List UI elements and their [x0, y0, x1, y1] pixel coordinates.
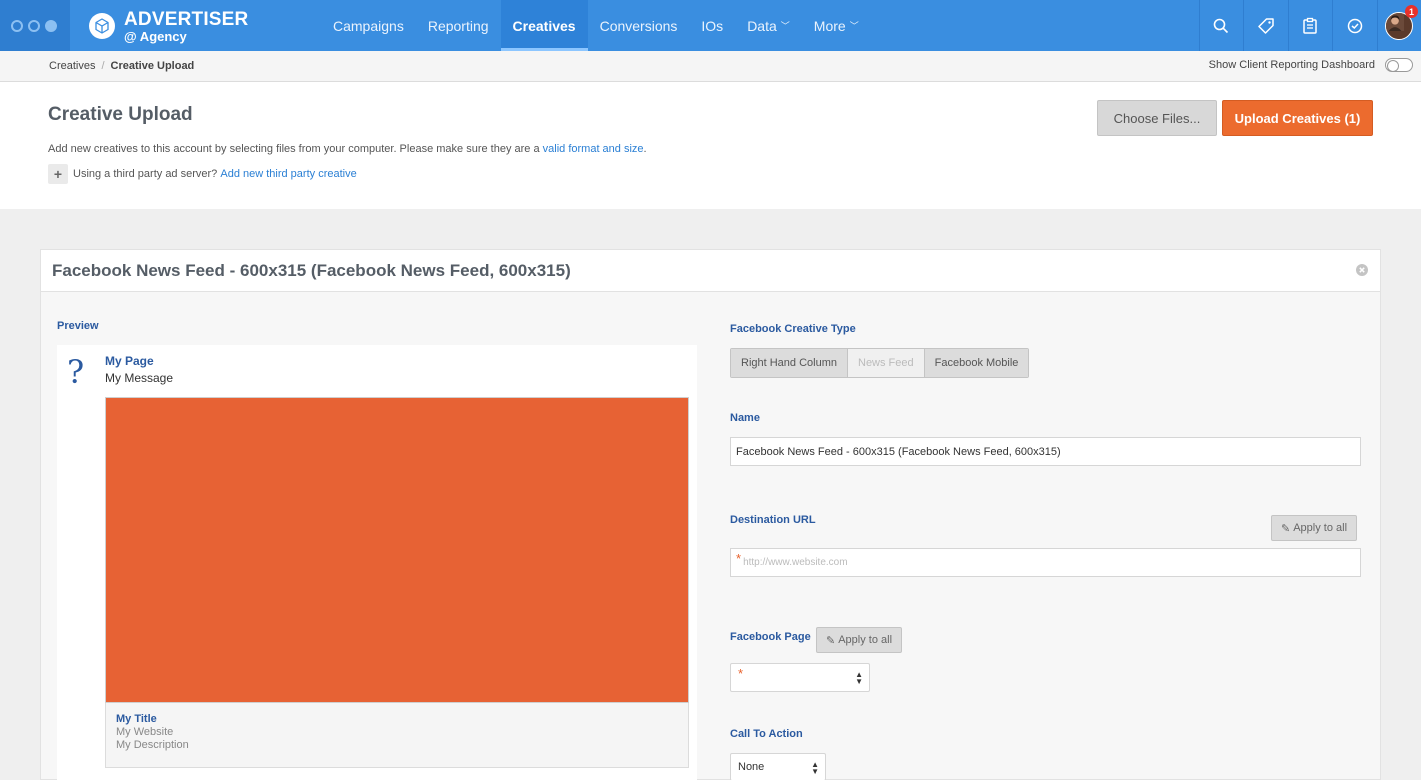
type-option-facebook-mobile[interactable]: Facebook Mobile	[924, 349, 1029, 377]
cube-logo-icon	[89, 13, 115, 39]
select-arrows-icon: ▲ ▼	[855, 670, 863, 686]
choose-files-button[interactable]: Choose Files...	[1097, 100, 1217, 136]
tasks-button[interactable]	[1287, 0, 1333, 51]
client-reporting-label: Show Client Reporting Dashboard	[1208, 59, 1375, 71]
breadcrumb-separator: /	[101, 60, 105, 72]
call-to-action-select[interactable]: None ▲ ▼	[730, 753, 826, 780]
destination-url-input[interactable]: * http://www.website.com	[730, 548, 1361, 577]
preview-website: My Website	[116, 726, 174, 738]
tag-icon	[1258, 17, 1274, 34]
pencil-icon: ✎	[1281, 522, 1291, 535]
nav-label: Reporting	[427, 17, 489, 34]
description-text: Add new creatives to this account by sel…	[48, 143, 543, 155]
question-mark-icon: ?	[67, 353, 85, 391]
facebook-page-select[interactable]: * ▲ ▼	[730, 663, 870, 692]
creative-form: Facebook Creative Type Right Hand Column…	[730, 292, 1370, 780]
chevron-down-icon: ﹀	[849, 21, 859, 31]
search-button[interactable]	[1198, 0, 1244, 51]
tags-button[interactable]	[1243, 0, 1288, 51]
preview-page-name: My Page	[105, 354, 154, 368]
valid-format-link[interactable]: valid format and size	[543, 143, 644, 155]
notification-badge: 1	[1405, 5, 1418, 18]
facebook-page-label: Facebook Page	[730, 631, 811, 643]
apply-to-all-page-button[interactable]: ✎ Apply to all	[816, 627, 903, 653]
apply-label: Apply to all	[1293, 522, 1348, 534]
preview-image	[105, 397, 689, 703]
activity-button[interactable]	[1332, 0, 1377, 51]
search-icon	[1213, 18, 1229, 33]
type-option-right-hand-column[interactable]: Right Hand Column	[731, 349, 848, 377]
nav-creatives[interactable]: Creatives	[500, 0, 588, 51]
apply-label: Apply to all	[838, 634, 893, 646]
nav-label: IOs	[701, 17, 724, 34]
destination-url-label: Destination URL	[730, 514, 816, 526]
nav-label: Creatives	[512, 17, 576, 34]
breadcrumb: Creatives / Creative Upload	[49, 60, 194, 72]
clock-check-icon	[1347, 18, 1362, 33]
nav-more-dropdown[interactable]: More ﹀	[802, 0, 871, 51]
apply-to-all-destination-button[interactable]: ✎ Apply to all	[1271, 515, 1358, 541]
clipboard-icon	[1303, 17, 1317, 34]
nav-data-dropdown[interactable]: Data ﹀	[735, 0, 802, 51]
pencil-icon: ✎	[826, 634, 836, 647]
creative-card: Facebook News Feed - 600x315 (Facebook N…	[40, 249, 1381, 780]
preview-description: My Description	[116, 739, 189, 751]
nav-label: Conversions	[599, 17, 678, 34]
select-arrows-icon: ▲ ▼	[811, 760, 819, 776]
close-icon[interactable]	[1356, 264, 1368, 276]
creative-type-segmented-control: Right Hand Column News Feed Facebook Mob…	[730, 348, 1030, 378]
required-asterisk-icon: *	[738, 666, 744, 681]
nav-reporting[interactable]: Reporting	[416, 0, 501, 51]
card-header: Facebook News Feed - 600x315 (Facebook N…	[41, 250, 1380, 292]
main-nav: Campaigns Reporting Creatives Conversion…	[321, 0, 871, 51]
required-asterisk-icon: *	[736, 551, 742, 566]
type-option-news-feed[interactable]: News Feed	[848, 349, 925, 377]
preview-label: Preview	[57, 320, 99, 332]
nav-label: Campaigns	[333, 17, 404, 34]
nav-icon-group: 1	[1198, 0, 1421, 51]
nav-label: More	[813, 17, 846, 34]
name-label: Name	[730, 412, 760, 424]
page-title: Creative Upload	[48, 104, 193, 125]
third-party-row: + Using a third party ad server? Add new…	[48, 164, 357, 184]
facebook-preview: ? My Page My Message My Title My Website…	[57, 345, 697, 780]
user-menu-button[interactable]: 1	[1376, 0, 1421, 51]
window-dot-icon	[45, 19, 57, 32]
name-input[interactable]: Facebook News Feed - 600x315 (Facebook N…	[730, 437, 1361, 466]
upload-creatives-button[interactable]: Upload Creatives (1)	[1222, 100, 1373, 136]
brand-subtitle: @ Agency	[124, 28, 187, 44]
window-controls[interactable]	[0, 0, 70, 51]
preview-title: My Title	[116, 713, 157, 725]
window-dot-icon	[28, 19, 40, 32]
call-to-action-value: None	[738, 761, 765, 773]
upload-description: Add new creatives to this account by sel…	[48, 143, 647, 155]
breadcrumb-current: Creative Upload	[110, 60, 195, 72]
client-reporting-toggle[interactable]	[1385, 58, 1413, 72]
brand[interactable]: ADVERTISER @ Agency	[89, 9, 248, 43]
breadcrumb-link-creatives[interactable]: Creatives	[49, 60, 95, 72]
chevron-down-icon: ﹀	[780, 21, 790, 31]
call-to-action-label: Call To Action	[730, 728, 803, 740]
creative-type-label: Facebook Creative Type	[730, 323, 856, 335]
nav-ios[interactable]: IOs	[689, 0, 735, 51]
preview-message: My Message	[105, 371, 174, 385]
destination-url-placeholder: http://www.website.com	[743, 557, 848, 568]
breadcrumb-bar: Creatives / Creative Upload Show Client …	[0, 51, 1421, 82]
preview-meta: My Title My Website My Description	[105, 703, 689, 768]
card-title: Facebook News Feed - 600x315 (Facebook N…	[52, 261, 571, 280]
page-header: Creative Upload Add new creatives to thi…	[0, 82, 1421, 209]
window-dot-icon	[11, 19, 23, 32]
nav-campaigns[interactable]: Campaigns	[321, 0, 416, 51]
plus-icon[interactable]: +	[48, 164, 68, 184]
description-suffix: .	[643, 143, 647, 155]
nav-conversions[interactable]: Conversions	[588, 0, 690, 51]
brand-title: ADVERTISER	[124, 8, 249, 30]
third-party-text: Using a third party ad server?	[73, 168, 218, 180]
add-third-party-link[interactable]: Add new third party creative	[220, 168, 356, 180]
top-navigation-bar: ADVERTISER @ Agency Campaigns Reporting …	[0, 0, 1421, 51]
nav-label: Data	[747, 17, 777, 34]
client-reporting-toggle-area: Show Client Reporting Dashboard	[1209, 58, 1413, 72]
